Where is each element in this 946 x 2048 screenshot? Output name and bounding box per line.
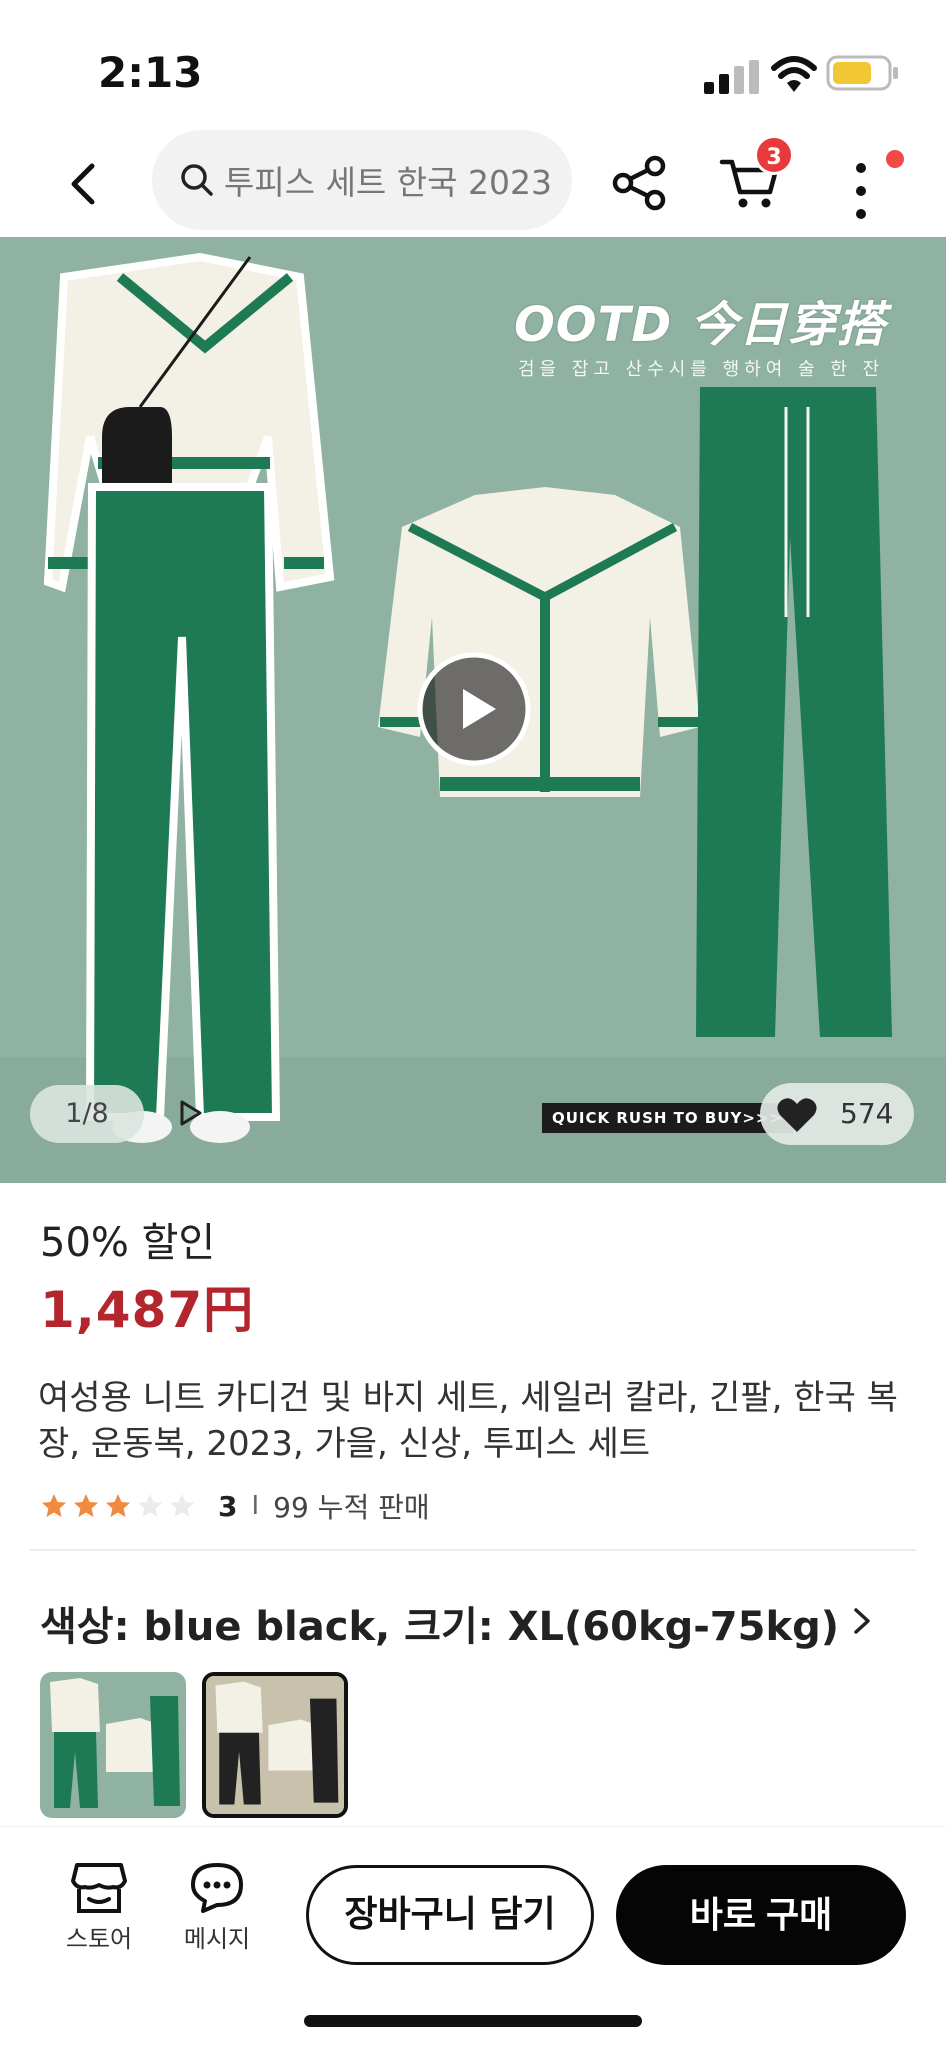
store-icon bbox=[71, 1863, 127, 1913]
product-price: 1,487円 bbox=[40, 1281, 255, 1339]
message-icon bbox=[191, 1863, 243, 1913]
heart-icon bbox=[777, 1098, 817, 1132]
cart-count-badge: 3 bbox=[754, 135, 794, 175]
more-options-icon[interactable] bbox=[846, 156, 876, 226]
back-chevron-icon[interactable] bbox=[60, 158, 108, 210]
rating-separator: I bbox=[251, 1491, 260, 1521]
status-bar: 2:13 bbox=[0, 0, 946, 130]
message-tab[interactable]: 메시지 bbox=[172, 1861, 262, 1961]
sold-count: 99 누적 판매 bbox=[273, 1491, 430, 1524]
store-label: 스토어 bbox=[65, 1925, 133, 1953]
message-label: 메시지 bbox=[183, 1925, 251, 1953]
variant-selection[interactable]: 색상: blue black, 크기: XL(60kg-75kg) bbox=[40, 1594, 839, 1652]
variant-thumb-blue-black[interactable] bbox=[202, 1672, 348, 1818]
variant-thumb-green[interactable] bbox=[40, 1672, 186, 1818]
battery-icon bbox=[826, 55, 898, 91]
discount-label: 50% 할인 bbox=[40, 1220, 216, 1266]
star-icon bbox=[74, 1494, 98, 1517]
rating-stars bbox=[40, 1492, 196, 1520]
like-button[interactable]: 574 bbox=[760, 1083, 914, 1145]
banner-subtitle: 검을 잡고 산수시를 행하여 술 한 잔 bbox=[518, 359, 885, 380]
add-to-cart-button[interactable]: 장바구니 담기 bbox=[306, 1865, 594, 1965]
cellular-signal-icon bbox=[704, 60, 759, 94]
variant-thumb-image bbox=[206, 1676, 344, 1814]
store-tab[interactable]: 스토어 bbox=[54, 1861, 144, 1961]
bottom-action-bar: 스토어 메시지 장바구니 담기 바로 구매 bbox=[0, 1826, 946, 2048]
rating-value: 3 bbox=[218, 1489, 238, 1523]
star-empty-icon bbox=[138, 1494, 162, 1517]
product-image-carousel[interactable]: OOTD 今日穿搭 검을 잡고 산수시를 행하여 술 한 잔 1/8 QUICK… bbox=[0, 237, 946, 1183]
notification-dot bbox=[886, 150, 904, 168]
top-nav: 투피스 세트 한국 2023 3 bbox=[0, 130, 946, 236]
variant-thumb-image bbox=[40, 1672, 186, 1818]
search-input[interactable]: 투피스 세트 한국 2023 bbox=[152, 130, 572, 230]
share-icon[interactable] bbox=[608, 152, 670, 214]
divider bbox=[30, 1549, 916, 1551]
star-icon bbox=[42, 1494, 66, 1517]
image-counter: 1/8 bbox=[30, 1085, 144, 1143]
search-placeholder: 투피스 세트 한국 2023 bbox=[224, 163, 552, 202]
star-empty-icon bbox=[170, 1494, 194, 1517]
rating-row[interactable]: 3 I 99 누적 판매 bbox=[40, 1488, 430, 1524]
buy-now-button[interactable]: 바로 구매 bbox=[616, 1865, 906, 1965]
play-video-icon[interactable] bbox=[416, 651, 532, 767]
wifi-icon bbox=[771, 56, 817, 92]
quick-buy-label: QUICK RUSH TO BUY>>> bbox=[542, 1103, 794, 1133]
search-icon bbox=[181, 164, 213, 196]
star-icon bbox=[106, 1494, 130, 1517]
video-play-icon[interactable] bbox=[178, 1099, 204, 1127]
banner-title: OOTD 今日穿搭 bbox=[514, 297, 886, 353]
like-count: 574 bbox=[840, 1097, 894, 1130]
status-time: 2:13 bbox=[98, 48, 203, 97]
home-indicator bbox=[304, 2015, 642, 2027]
chevron-right-icon[interactable] bbox=[852, 1604, 872, 1638]
product-title: 여성용 니트 카디건 및 바지 세트, 세일러 칼라, 긴팔, 한국 복장, 운… bbox=[38, 1378, 898, 1464]
